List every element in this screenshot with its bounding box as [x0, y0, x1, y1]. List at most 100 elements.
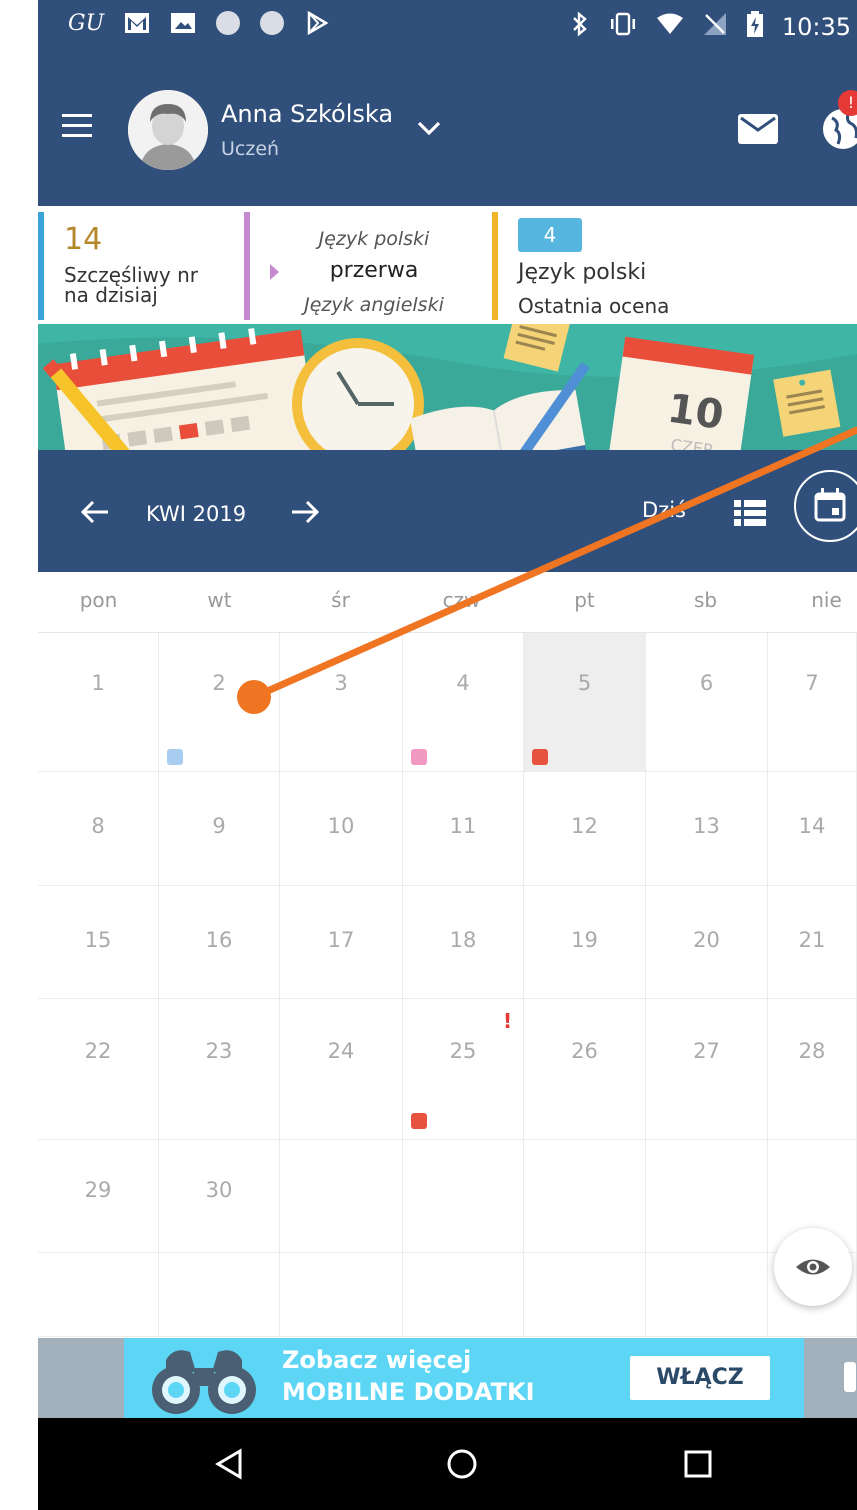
home-icon[interactable]	[446, 1448, 478, 1484]
day-number: 2	[212, 671, 226, 695]
gmail-icon	[124, 10, 150, 36]
notification-badge: !	[838, 90, 857, 116]
day-cell[interactable]: 21	[768, 886, 857, 999]
today-button[interactable]: Dziś	[642, 498, 686, 522]
weekday-label: pon	[79, 588, 118, 612]
last-grade-tile[interactable]: 4 Język polski Ostatnia ocena	[492, 212, 857, 320]
calendar-view-icon[interactable]	[794, 470, 857, 542]
day-cell[interactable]: 7	[768, 633, 857, 772]
day-cell[interactable]: 29	[38, 1140, 159, 1253]
user-name[interactable]: Anna Szkólska	[221, 100, 393, 128]
next-lesson: Język angielski	[304, 294, 444, 316]
day-cell[interactable]: 13	[646, 772, 768, 886]
weekday-header: pon wt śr czw pt sb nie	[38, 572, 857, 633]
binoculars-icon	[144, 1342, 264, 1422]
day-cell	[524, 1253, 646, 1337]
day-cell[interactable]: 2	[159, 633, 280, 772]
day-cell[interactable]: 30	[159, 1140, 280, 1253]
day-cell[interactable]: 8	[38, 772, 159, 886]
prev-month-arrow-icon[interactable]	[78, 498, 114, 526]
day-number: 11	[449, 814, 477, 838]
event-marker[interactable]	[532, 749, 548, 765]
event-marker[interactable]	[167, 749, 183, 765]
lucky-number-tile[interactable]: 14 Szczęśliwy nr na dzisiaj	[38, 212, 244, 320]
day-number: 6	[699, 671, 714, 695]
day-number: 17	[327, 928, 355, 952]
month-label[interactable]: KWI 2019	[146, 502, 246, 526]
day-cell[interactable]: 12	[524, 772, 646, 886]
day-cell[interactable]: 5	[524, 633, 646, 772]
previous-lesson: Język polski	[318, 228, 430, 250]
photos-icon	[170, 10, 196, 36]
app-icon	[216, 11, 241, 35]
recents-icon[interactable]	[684, 1450, 712, 1482]
day-cell[interactable]: 11	[403, 772, 524, 886]
day-cell[interactable]: 6	[646, 633, 768, 772]
day-number: 18	[449, 928, 477, 952]
day-cell	[524, 1140, 646, 1253]
day-number: 8	[91, 814, 105, 838]
day-cell[interactable]: 15	[38, 886, 159, 999]
next-month-arrow-icon[interactable]	[286, 498, 322, 526]
day-number: 21	[798, 928, 826, 952]
day-cell[interactable]: 24	[280, 999, 403, 1140]
day-cell[interactable]: 1	[38, 633, 159, 772]
day-number: 4	[456, 671, 470, 695]
ad-text: MOBILNE DODATKI	[282, 1378, 535, 1406]
day-cell[interactable]: 10	[280, 772, 403, 886]
event-marker[interactable]	[411, 749, 427, 765]
system-nav-bar	[38, 1418, 857, 1510]
day-number: 12	[571, 814, 598, 838]
day-cell[interactable]: 20	[646, 886, 768, 999]
day-number: 25	[449, 1039, 477, 1063]
banner-calendar-number: 10	[665, 386, 727, 439]
visibility-fab[interactable]	[774, 1228, 852, 1306]
day-number: 22	[84, 1039, 112, 1063]
close-icon[interactable]	[844, 1362, 856, 1392]
calendar-grid: 1 2 3 4 5 6 7 8 9 10 11 12 13 14 15 16 17 18 19 20 21 22 23 24 2…	[38, 633, 857, 1337]
day-cell[interactable]: 19	[524, 886, 646, 999]
day-cell[interactable]: 3	[280, 633, 403, 772]
day-number: 27	[693, 1039, 720, 1063]
ad-content[interactable]: Zobacz więcej MOBILNE DODATKI WŁĄCZ	[124, 1338, 804, 1418]
grade-subject: Język polski	[518, 260, 647, 285]
app-icon	[260, 11, 285, 35]
day-cell[interactable]: 22	[38, 999, 159, 1140]
mail-icon[interactable]	[738, 114, 778, 144]
list-view-icon[interactable]	[734, 500, 766, 526]
battery-icon	[746, 10, 764, 44]
avatar[interactable]	[128, 90, 208, 170]
weekday-label: czw	[442, 588, 481, 612]
day-cell	[646, 1140, 768, 1253]
day-cell[interactable]: 16	[159, 886, 280, 999]
day-number: 15	[84, 928, 112, 952]
day-cell[interactable]: 27	[646, 999, 768, 1140]
clock-time: 10:35	[781, 13, 851, 41]
grade-label: Ostatnia ocena	[518, 294, 670, 318]
vibrate-icon	[608, 11, 638, 43]
chevron-down-icon[interactable]	[416, 118, 442, 138]
day-cell[interactable]: 4	[403, 633, 524, 772]
ad-enable-button[interactable]: WŁĄCZ	[630, 1356, 770, 1400]
day-cell[interactable]: 9	[159, 772, 280, 886]
event-marker[interactable]	[411, 1113, 427, 1129]
app-header: Anna Szkólska Uczeń !	[38, 56, 857, 206]
day-cell[interactable]: 17	[280, 886, 403, 999]
day-number: 16	[205, 928, 233, 952]
info-strip: 14 Szczęśliwy nr na dzisiaj Język polski…	[38, 206, 857, 324]
day-cell[interactable]: 26	[524, 999, 646, 1140]
bluetooth-icon	[570, 11, 590, 43]
day-cell[interactable]: 25!	[403, 999, 524, 1140]
day-cell[interactable]: 28	[768, 999, 857, 1140]
weekday-label: nie	[811, 588, 842, 612]
play-store-icon	[304, 10, 330, 36]
day-cell[interactable]: 14	[768, 772, 857, 886]
current-lesson-tile[interactable]: Język polski przerwa Język angielski	[244, 212, 498, 320]
day-cell[interactable]: 18	[403, 886, 524, 999]
day-cell	[159, 1253, 280, 1337]
day-number: 1	[91, 671, 105, 695]
menu-icon[interactable]	[62, 114, 92, 138]
back-icon[interactable]	[214, 1448, 244, 1484]
ad-banner[interactable]: Zobacz więcej MOBILNE DODATKI WŁĄCZ	[38, 1338, 857, 1418]
day-cell[interactable]: 23	[159, 999, 280, 1140]
